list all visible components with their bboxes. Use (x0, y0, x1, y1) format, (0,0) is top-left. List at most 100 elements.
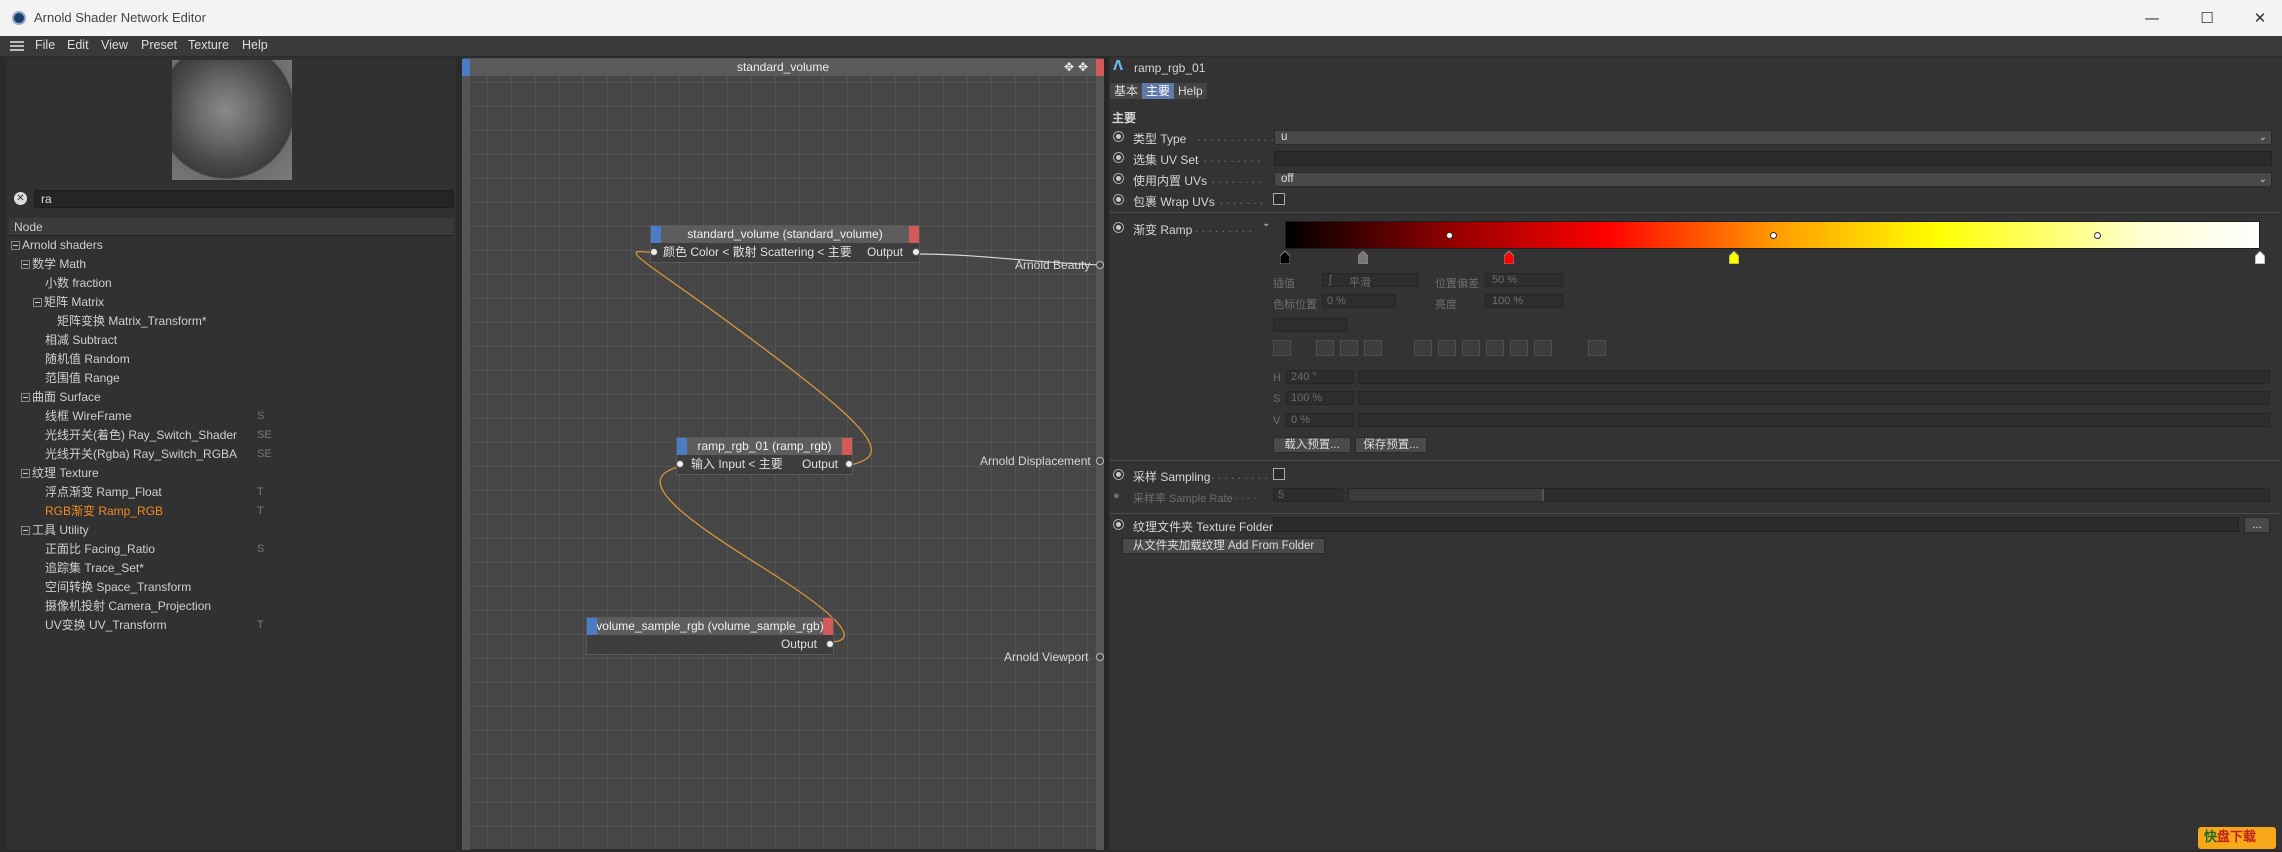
maximize-button[interactable]: ☐ (2195, 8, 2219, 28)
tool-spectrum-icon[interactable] (1340, 340, 1358, 356)
tab-help[interactable]: Help (1174, 83, 1207, 99)
tree-item[interactable]: 小数 fraction (45, 274, 485, 293)
useuvs-dropdown[interactable]: off ⌄ (1274, 172, 2272, 187)
node-header[interactable]: ramp_rgb_01 (ramp_rgb) (677, 438, 852, 455)
menu-texture[interactable]: Texture (188, 38, 229, 52)
ramp-knot-handle[interactable] (1279, 250, 1291, 265)
texfolder-browse-button[interactable]: ... (2244, 517, 2270, 533)
type-anim-toggle[interactable] (1113, 131, 1124, 142)
tool-mixer-icon[interactable] (1486, 340, 1504, 356)
tree-item[interactable]: 正面比 Facing_Ratio S (45, 540, 485, 559)
interp-dropdown[interactable]: ʃ 平滑 (1322, 273, 1418, 289)
hamburger-menu-icon[interactable] (10, 41, 24, 51)
tree-item[interactable]: Arnold shaders (11, 236, 451, 255)
ramp-knot-handle[interactable] (1728, 250, 1739, 265)
output-port[interactable] (845, 460, 853, 468)
collapse-toggle-icon[interactable] (21, 469, 30, 478)
tree-item[interactable]: 线框 WireFrame S (45, 407, 485, 426)
knot-pos-field[interactable]: 0 % (1322, 294, 1396, 308)
ramp-anim-toggle[interactable] (1113, 222, 1124, 233)
node-header[interactable]: volume_sample_rgb (volume_sample_rgb) (587, 618, 833, 635)
wrapuvs-checkbox[interactable] (1273, 193, 1285, 205)
save-preset-button[interactable]: 保存预置... (1355, 437, 1427, 453)
tool-swatch-icon[interactable] (1510, 340, 1528, 356)
s-field[interactable]: 100 % (1286, 391, 1354, 405)
texfolder-anim-toggle[interactable] (1113, 519, 1124, 530)
collapse-toggle-icon[interactable] (21, 260, 30, 269)
tree-item[interactable]: 矩阵 Matrix (33, 293, 473, 312)
node-ramp-rgb[interactable]: ramp_rgb_01 (ramp_rgb) 输入 Input < 主要 Out… (676, 437, 853, 475)
tab-main[interactable]: 主要 (1142, 83, 1175, 99)
texfolder-input[interactable] (1273, 517, 2239, 532)
uvset-anim-toggle[interactable] (1113, 152, 1124, 163)
v-field[interactable]: 0 % (1286, 413, 1354, 427)
tool-rgb-icon[interactable] (1414, 340, 1432, 356)
input-port[interactable] (650, 248, 658, 256)
tool-eyedropper-icon[interactable] (1588, 340, 1606, 356)
tree-item[interactable]: 光线开关(着色) Ray_Switch_Shader SE (45, 426, 485, 445)
clear-search-icon[interactable]: ✕ (14, 192, 27, 205)
tool-kelvin-icon[interactable] (1462, 340, 1480, 356)
input-port[interactable] (676, 460, 684, 468)
menu-help[interactable]: Help (242, 38, 268, 52)
tree-item[interactable]: 摄像机投射 Camera_Projection (45, 597, 485, 616)
arnold-displacement-port[interactable] (1096, 457, 1104, 465)
sampling-checkbox[interactable] (1273, 468, 1285, 480)
tree-item[interactable]: 数学 Math (21, 255, 461, 274)
tree-item[interactable]: 曲面 Surface (21, 388, 461, 407)
tab-basic[interactable]: 基本 (1110, 83, 1143, 99)
type-dropdown[interactable]: u ⌄ (1274, 130, 2272, 145)
tree-item[interactable]: 相减 Subtract (45, 331, 485, 350)
menu-view[interactable]: View (101, 38, 128, 52)
v-slider[interactable] (1358, 413, 2270, 427)
tree-item[interactable]: 范围值 Range (45, 369, 485, 388)
arnold-viewport-port[interactable] (1096, 653, 1104, 661)
tree-item[interactable]: 追踪集 Trace_Set* (45, 559, 485, 578)
minimize-button[interactable]: — (2140, 8, 2164, 28)
menu-edit[interactable]: Edit (67, 38, 89, 52)
menu-preset[interactable]: Preset (141, 38, 177, 52)
h-field[interactable]: 240 ° (1286, 370, 1354, 384)
s-slider[interactable] (1358, 391, 2270, 405)
node-volume-sample-rgb[interactable]: volume_sample_rgb (volume_sample_rgb) Ou… (586, 617, 834, 655)
tool-color-wheel-icon[interactable] (1316, 340, 1334, 356)
useuvs-anim-toggle[interactable] (1113, 173, 1124, 184)
ramp-expand-icon[interactable]: ⌄ (1262, 218, 1270, 229)
tool-image-icon[interactable] (1364, 340, 1382, 356)
arnold-beauty-port[interactable] (1096, 261, 1104, 269)
tree-item[interactable]: 随机值 Random (45, 350, 485, 369)
ramp-midpoint-handle[interactable] (2094, 232, 2101, 239)
ramp-midpoint-handle[interactable] (1770, 232, 1777, 239)
uvset-input[interactable] (1274, 151, 2272, 166)
output-port[interactable] (912, 248, 920, 256)
tree-item[interactable]: 浮点渐变 Ramp_Float T (45, 483, 485, 502)
brightness-field[interactable]: 100 % (1485, 294, 1563, 308)
tree-item[interactable]: 纹理 Texture (21, 464, 461, 483)
collapse-toggle-icon[interactable] (33, 298, 42, 307)
node-standard-volume[interactable]: standard_volume (standard_volume) 颜色 Col… (650, 225, 920, 263)
sample-rate-field[interactable]: 5 (1273, 488, 1343, 502)
menu-file[interactable]: File (35, 38, 55, 52)
collapse-toggle-icon[interactable] (21, 393, 30, 402)
tree-item[interactable]: 矩阵变换 Matrix_Transform* (57, 312, 497, 331)
sampling-anim-toggle[interactable] (1113, 469, 1124, 480)
tree-item[interactable]: RGB渐变 Ramp_RGB T (45, 502, 485, 521)
ramp-knot-handle[interactable] (2254, 250, 2266, 265)
tool-palette-icon[interactable] (1534, 340, 1552, 356)
color-swatch-field[interactable] (1273, 318, 1347, 332)
ramp-midpoint-handle[interactable] (1446, 232, 1453, 239)
ramp-knot-handle[interactable] (1357, 250, 1369, 265)
tree-item[interactable]: 光线开关(Rgba) Ray_Switch_RGBA SE (45, 445, 485, 464)
tool-hsv-icon[interactable] (1438, 340, 1456, 356)
bias-field[interactable]: 50 % (1485, 273, 1563, 287)
tree-item[interactable]: 空间转换 Space_Transform (45, 578, 485, 597)
collapse-toggle-icon[interactable] (11, 241, 20, 250)
tool-color-picker-icon[interactable] (1273, 340, 1291, 356)
sample-rate-slider[interactable] (1348, 488, 2270, 502)
load-preset-button[interactable]: 载入预置... (1273, 437, 1351, 453)
h-slider[interactable] (1358, 370, 2270, 384)
wrapuvs-anim-toggle[interactable] (1113, 194, 1124, 205)
add-from-folder-button[interactable]: 从文件夹加载纹理 Add From Folder (1122, 538, 1325, 554)
tree-item[interactable]: UV变换 UV_Transform T (45, 616, 485, 635)
close-button[interactable]: ✕ (2248, 8, 2272, 28)
